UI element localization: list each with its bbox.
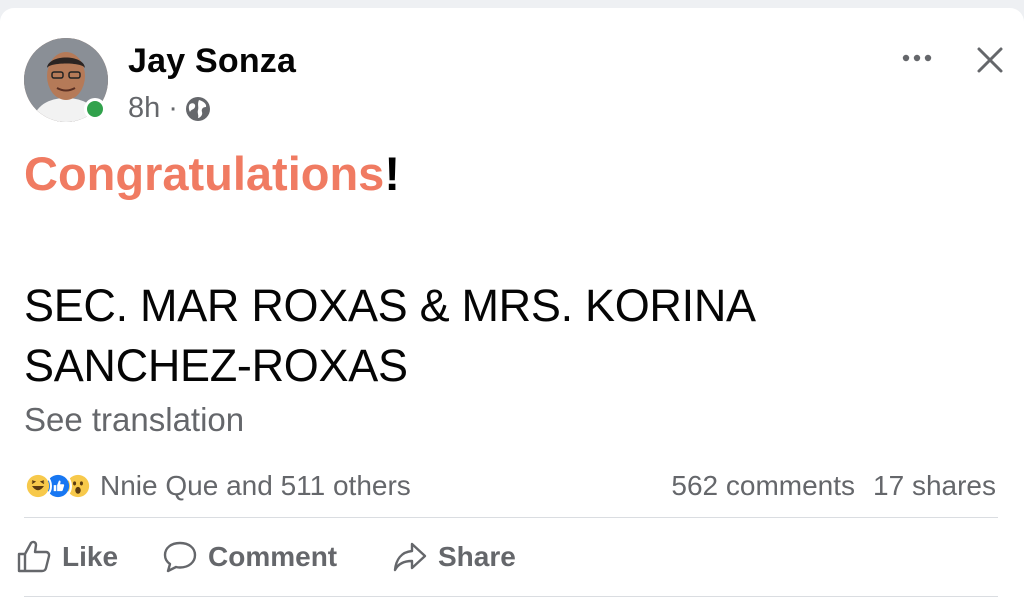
divider-top xyxy=(24,517,998,518)
comment-icon xyxy=(163,541,197,573)
share-button[interactable]: Share xyxy=(392,540,516,574)
see-translation-link[interactable]: See translation xyxy=(24,401,244,439)
divider-bottom xyxy=(24,596,998,597)
congrats-word: Congratulations xyxy=(24,147,385,200)
comment-label: Comment xyxy=(208,541,338,572)
post-body: SEC. MAR ROXAS & MRS. KORINA SANCHEZ-ROX… xyxy=(24,276,924,396)
post-card: Jay Sonza 8h · Congratulations! SEC. MAR… xyxy=(0,8,1024,608)
comments-count[interactable]: 562 comments xyxy=(671,470,855,502)
like-label: Like xyxy=(62,541,119,572)
close-icon[interactable] xyxy=(975,45,1005,75)
post-body-line-2: SANCHEZ-ROXAS xyxy=(24,340,408,391)
share-icon xyxy=(393,542,427,572)
reactors-text[interactable]: Nnie Que and 511 others xyxy=(100,470,411,502)
post-time[interactable]: 8h xyxy=(128,92,160,125)
comment-button[interactable]: Comment xyxy=(162,540,337,574)
author-name[interactable]: Jay Sonza xyxy=(128,42,296,81)
post-stats: 562 comments 17 shares xyxy=(671,470,996,502)
globe-icon xyxy=(185,96,210,121)
share-label: Share xyxy=(438,541,516,572)
online-status-dot xyxy=(84,98,106,120)
meta-separator: · xyxy=(168,92,178,124)
post-headline: Congratulations! xyxy=(24,146,400,201)
like-button[interactable]: Like xyxy=(16,540,118,574)
post-meta: 8h · xyxy=(128,92,212,125)
post-body-line-1: SEC. MAR ROXAS & MRS. KORINA xyxy=(24,280,756,331)
shares-count[interactable]: 17 shares xyxy=(873,470,996,502)
reaction-summary[interactable]: Nnie Que and 511 others xyxy=(24,470,411,502)
like-icon xyxy=(17,540,51,573)
more-icon[interactable] xyxy=(902,52,932,64)
congrats-punct: ! xyxy=(384,147,400,200)
haha-reaction-icon xyxy=(24,472,52,500)
